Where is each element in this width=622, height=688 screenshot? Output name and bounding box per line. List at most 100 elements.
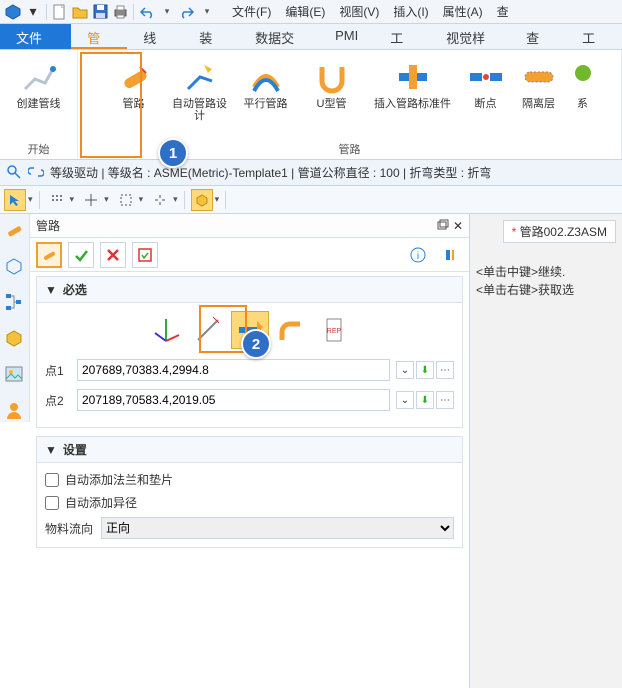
expand-icon[interactable]: ⌄ — [396, 361, 414, 379]
more-icon[interactable]: ⋯ — [436, 391, 454, 409]
ribbon-auto-route[interactable]: 自动管路设计 — [170, 54, 230, 139]
flow-label: 物料流向 — [45, 520, 93, 537]
tab-tool[interactable]: 工具 — [374, 24, 430, 49]
point2-input[interactable] — [77, 389, 390, 411]
box-wire-icon[interactable] — [4, 256, 26, 278]
ribbon-group-start-label: 开始 — [2, 139, 75, 159]
view-toolbar: ▾ ▾ ▾ ▾ ▾ ▾ — [0, 186, 622, 214]
extend-tool-icon[interactable] — [189, 311, 227, 349]
undo-icon[interactable] — [138, 3, 156, 21]
ribbon-parallel-route[interactable]: 平行管路 — [236, 54, 296, 139]
link-icon[interactable] — [28, 164, 46, 182]
grid-dots-icon[interactable] — [46, 189, 68, 211]
ribbon-create-pipeline[interactable]: 创建管线 — [9, 54, 69, 139]
cursor-icon[interactable] — [4, 189, 26, 211]
chk-auto-reducer[interactable]: 自动添加异径 — [45, 494, 454, 511]
panel-header: 管路 ✕ — [30, 214, 469, 238]
document-tab[interactable]: * 管路002.Z3ASM — [503, 220, 616, 243]
vertical-toolbar — [0, 214, 30, 422]
menu-edit[interactable]: 编辑(E) — [285, 3, 325, 20]
cancel-icon[interactable] — [100, 242, 126, 268]
redo-icon[interactable] — [178, 3, 196, 21]
report-tool-icon[interactable]: REP — [315, 311, 353, 349]
image-icon[interactable] — [4, 364, 26, 386]
section-settings: ▼设置 自动添加法兰和垫片 自动添加异径 物料流向 正向 — [36, 436, 463, 548]
new-file-icon[interactable] — [51, 3, 69, 21]
route-tool-row: REP 2 — [45, 311, 454, 349]
close-icon[interactable]: ✕ — [453, 219, 463, 233]
tab-vstyle[interactable]: 视觉样式 — [430, 24, 510, 49]
more-icon[interactable]: ⋯ — [436, 361, 454, 379]
tree-icon[interactable] — [4, 292, 26, 314]
ribbon-system[interactable]: 系 — [570, 54, 596, 139]
menu-view[interactable]: 视图(V) — [339, 3, 379, 20]
expand-icon[interactable]: ⌄ — [396, 391, 414, 409]
axis-tool-icon[interactable] — [147, 311, 185, 349]
search-icon[interactable] — [6, 164, 24, 182]
ribbon-u-tube[interactable]: U型管 — [302, 54, 362, 139]
chk-auto-flange[interactable]: 自动添加法兰和垫片 — [45, 471, 454, 488]
point1-label: 点1 — [45, 362, 71, 379]
hint-middle-click: <单击中键>继续. — [476, 263, 616, 281]
svg-text:i: i — [417, 251, 419, 262]
chevron-down-icon[interactable]: ▾ — [24, 3, 42, 21]
center-icon[interactable] — [149, 189, 171, 211]
flow-select[interactable]: 正向 — [101, 517, 454, 539]
user-icon[interactable] — [4, 400, 26, 422]
tab-pmi[interactable]: PMI — [319, 24, 374, 49]
section-required: ▼必选 REP 2 点1 ⌄ — [36, 276, 463, 428]
chevron-down-icon[interactable]: ▾ — [198, 3, 216, 21]
ok-icon[interactable] — [68, 242, 94, 268]
box-solid-icon[interactable] — [4, 328, 26, 350]
ribbon-insert-standard[interactable]: 插入管路标准件 — [368, 54, 458, 139]
collapse-icon[interactable]: ▼ — [45, 283, 57, 297]
pick-down-icon[interactable]: ⬇ — [416, 391, 434, 409]
bend-tool-icon[interactable] — [273, 311, 311, 349]
tab-assy[interactable]: 装配 — [183, 24, 239, 49]
collapse-icon[interactable]: ▼ — [45, 443, 57, 457]
ribbon-break[interactable]: 断点 — [464, 54, 508, 139]
point2-label: 点2 — [45, 392, 71, 409]
menu-attr[interactable]: 属性(A) — [443, 3, 483, 20]
point1-input[interactable] — [77, 359, 390, 381]
app-icon — [4, 3, 22, 21]
cube-icon[interactable] — [191, 189, 213, 211]
svg-text:REP: REP — [326, 328, 341, 335]
print-icon[interactable] — [111, 3, 129, 21]
hint-right-click: <单击右键>获取选 — [476, 281, 616, 299]
pipe-edit-icon[interactable] — [4, 220, 26, 242]
tab-query2[interactable]: 查询 — [510, 24, 566, 49]
tab-data[interactable]: 数据交换 — [239, 24, 319, 49]
quick-access-toolbar: ▾ ▾ ▾ 文件(F) 编辑(E) 视图(V) 插入(I) 属性(A) 查 — [0, 0, 622, 24]
info-icon[interactable]: i — [405, 242, 431, 268]
tab-pipe[interactable]: 管道 — [71, 24, 127, 49]
side-panel: 管路 ✕ i ▼必选 — [0, 214, 470, 688]
save-icon[interactable] — [91, 3, 109, 21]
crosshair-icon[interactable] — [80, 189, 102, 211]
panel-title: 管路 — [36, 217, 60, 234]
menu-file[interactable]: 文件(F) — [232, 3, 271, 20]
ribbon: 创建管线 开始 管路 自动管路设计 平行管路 U型管 — [0, 50, 622, 160]
restore-icon[interactable] — [435, 219, 449, 233]
tab-file[interactable]: 文件(F) — [0, 24, 71, 49]
main-area: 管路 ✕ i ▼必选 — [0, 214, 622, 688]
pick-down-icon[interactable]: ⬇ — [416, 361, 434, 379]
apply-icon[interactable] — [132, 242, 158, 268]
tab-wire[interactable]: 线框 — [127, 24, 183, 49]
route-mode-icon[interactable] — [36, 242, 62, 268]
pin-icon[interactable] — [437, 242, 463, 268]
ribbon-tabs: 文件(F) 管道 线框 装配 数据交换 PMI 工具 视觉样式 查询 工程 — [0, 24, 622, 50]
step-badge-1: 1 — [158, 138, 188, 168]
dotted-box-icon[interactable] — [115, 189, 137, 211]
step-badge-2: 2 — [241, 329, 271, 359]
info-text: 等级驱动 | 等级名 : ASME(Metric)-Template1 | 管道… — [50, 164, 491, 181]
tab-proj[interactable]: 工程 — [566, 24, 622, 49]
panel-actions: i — [30, 238, 469, 272]
chevron-down-icon[interactable]: ▾ — [158, 3, 176, 21]
menu-query[interactable]: 查 — [497, 3, 509, 20]
menu-insert[interactable]: 插入(I) — [393, 3, 428, 20]
ribbon-isolate[interactable]: 隔离层 — [514, 54, 564, 139]
main-menu: 文件(F) 编辑(E) 视图(V) 插入(I) 属性(A) 查 — [224, 2, 517, 22]
open-folder-icon[interactable] — [71, 3, 89, 21]
ribbon-route[interactable]: 管路 — [104, 54, 164, 139]
